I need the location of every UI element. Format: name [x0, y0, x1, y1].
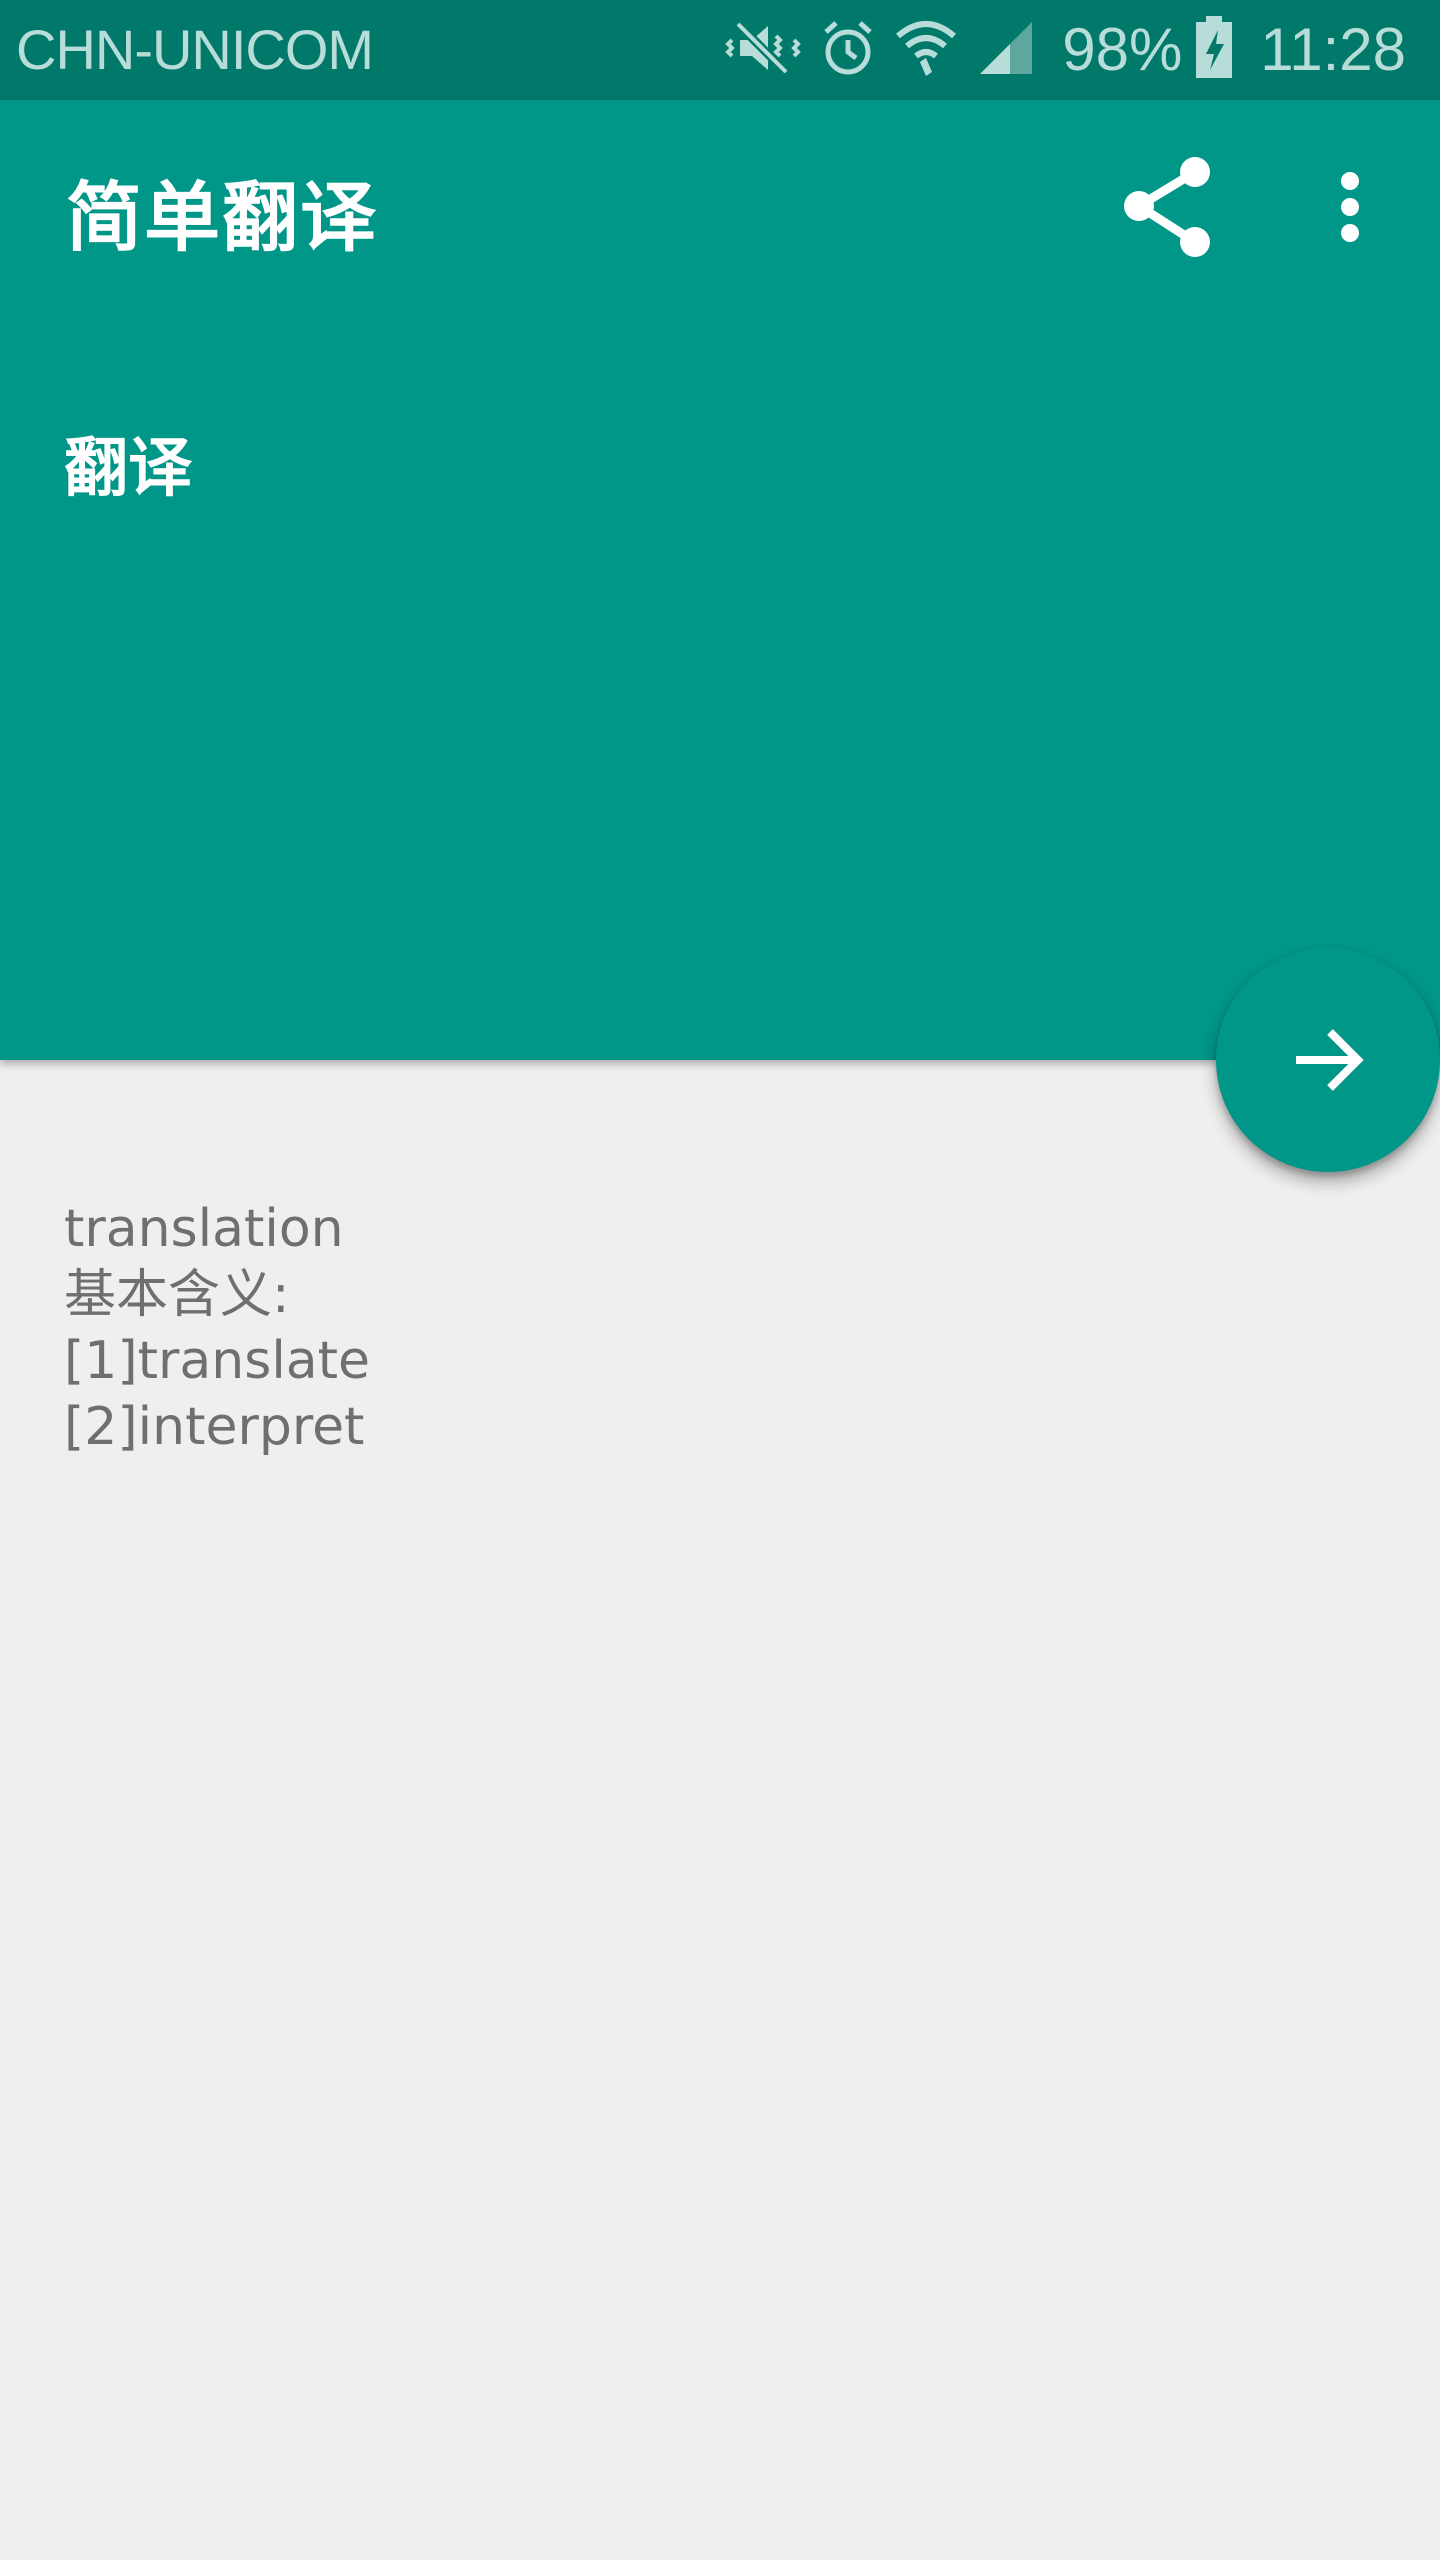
result-line: 基本含义:: [64, 1265, 290, 1325]
more-vert-icon: [1341, 172, 1359, 242]
result-line: [2]interpret: [64, 1397, 365, 1457]
mute-vibrate-icon: [724, 18, 802, 82]
translation-result: translation 基本含义: [1]translate [2]interp…: [64, 1196, 370, 1460]
app-title: 简单翻译: [66, 173, 378, 262]
share-icon: [1124, 157, 1210, 257]
arrow-forward-icon: [1296, 1029, 1364, 1091]
share-button[interactable]: [1112, 152, 1222, 262]
status-bar: CHN-UNICOM 98% 11:28: [0, 0, 1440, 100]
result-line: translation: [64, 1199, 344, 1259]
clock: 11:28: [1260, 16, 1406, 83]
signal-icon: [976, 18, 1036, 82]
wifi-icon: [894, 18, 958, 82]
more-options-button[interactable]: [1300, 152, 1400, 262]
app-bar: 简单翻译: [0, 100, 1440, 1060]
carrier-name: CHN-UNICOM: [16, 18, 374, 81]
battery-percent: 98%: [1062, 16, 1183, 83]
alarm-icon: [820, 18, 876, 82]
translate-input[interactable]: [64, 418, 1364, 508]
battery-charging-icon: [1194, 16, 1234, 84]
result-line: [1]translate: [64, 1331, 371, 1391]
status-icons: 98% 11:28: [706, 10, 1406, 90]
translate-button[interactable]: [1216, 948, 1440, 1172]
